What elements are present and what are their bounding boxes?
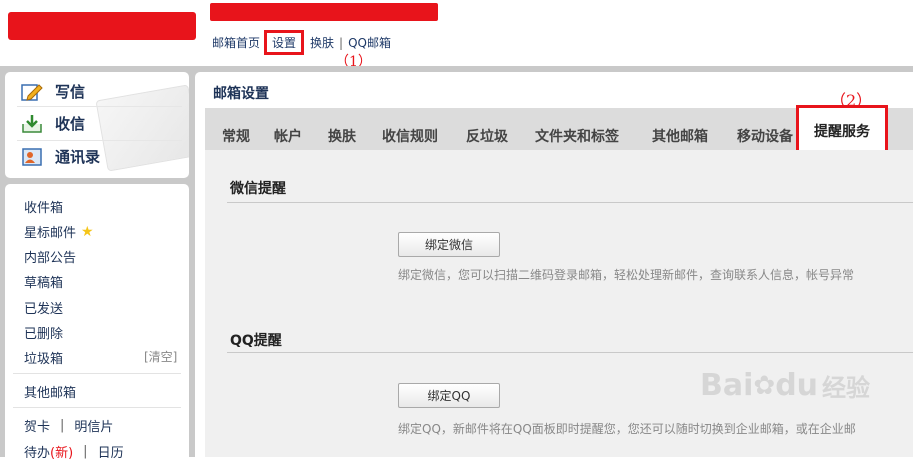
- link-todo[interactable]: 待办: [24, 442, 50, 461]
- tab-accounts[interactable]: 帐户: [274, 126, 302, 146]
- tab-folders-labels[interactable]: 文件夹和标签: [535, 126, 619, 146]
- receive-mail-label: 收信: [55, 115, 86, 133]
- sidebar-quick-actions: 写信 收信 通讯录: [5, 72, 189, 178]
- nav-qq-mail[interactable]: QQ邮箱: [348, 34, 391, 51]
- folder-other-mailboxes[interactable]: 其他邮箱: [24, 382, 76, 401]
- nav-mailbox-home[interactable]: 邮箱首页: [212, 34, 260, 51]
- folder-spam[interactable]: 垃圾箱: [24, 348, 63, 367]
- watermark-brand-suffix: du: [775, 368, 819, 403]
- contacts-label: 通讯录: [55, 148, 101, 166]
- nav-settings-highlight: 设置: [264, 30, 305, 55]
- folder-starred[interactable]: 星标邮件 ★: [24, 222, 94, 242]
- star-icon: ★: [81, 223, 94, 240]
- tab-anti-spam[interactable]: 反垃圾: [466, 126, 508, 146]
- separator: |: [60, 418, 65, 433]
- folder-inbox[interactable]: 收件箱: [24, 197, 63, 216]
- folder-label: 已删除: [24, 327, 64, 342]
- nav-separator: |: [339, 35, 344, 50]
- watermark-text: 经验: [822, 374, 871, 402]
- folder-label: 垃圾箱: [24, 352, 64, 367]
- inbox-download-icon: [21, 114, 43, 134]
- divider: [13, 407, 181, 408]
- tab-mobile-devices[interactable]: 移动设备: [737, 126, 793, 146]
- folder-label: 收件箱: [24, 201, 64, 216]
- tab-skin[interactable]: 换肤: [328, 126, 356, 146]
- divider: [17, 140, 182, 141]
- nav-change-skin[interactable]: 换肤: [310, 34, 334, 51]
- redacted-logo: [8, 12, 196, 40]
- section-divider: [227, 202, 913, 203]
- page-title: 邮箱设置: [213, 86, 269, 102]
- folder-label: 草稿箱: [24, 276, 64, 291]
- section-divider: [227, 352, 913, 353]
- divider: [13, 373, 181, 374]
- bind-wechat-button[interactable]: 绑定微信: [398, 232, 500, 257]
- wechat-description: 绑定微信，您可以扫描二维码登录邮箱，轻松处理新邮件，查询联系人信息，帐号异常: [398, 268, 855, 282]
- envelope-decoration: [95, 84, 189, 172]
- todo-new-badge: (新): [50, 446, 74, 461]
- contacts-button[interactable]: 通讯录: [21, 146, 100, 167]
- compose-button[interactable]: 写信: [21, 81, 85, 102]
- redacted-account-info: [210, 3, 438, 21]
- nav-settings[interactable]: 设置: [272, 36, 296, 50]
- contacts-icon: [21, 147, 43, 167]
- compose-label: 写信: [55, 83, 86, 101]
- folder-deleted[interactable]: 已删除: [24, 323, 63, 342]
- folder-drafts[interactable]: 草稿箱: [24, 272, 63, 291]
- tab-general[interactable]: 常规: [222, 126, 250, 146]
- compose-icon: [21, 82, 43, 102]
- sidebar-folder-list: 收件箱 星标邮件 ★ 内部公告 草稿箱 已发送 已删除 垃圾箱 [清空] 其他邮…: [5, 184, 189, 464]
- folder-label: 已发送: [24, 302, 64, 317]
- link-postcard[interactable]: 明信片: [74, 416, 113, 435]
- qq-description: 绑定QQ，新邮件将在QQ面板即时提醒您，您还可以随时切换到企业邮箱，或在企业邮: [398, 422, 856, 436]
- divider: [17, 106, 182, 107]
- settings-content: 微信提醒 绑定微信 绑定微信，您可以扫描二维码登录邮箱，轻松处理新邮件，查询联系…: [205, 150, 913, 457]
- folder-label: 其他邮箱: [24, 386, 77, 401]
- section-title-wechat: 微信提醒: [230, 181, 286, 197]
- receive-mail-button[interactable]: 收信: [21, 113, 85, 134]
- baidu-watermark: Bai ✿ du 经验: [700, 368, 870, 403]
- tab-receive-rules[interactable]: 收信规则: [382, 126, 438, 146]
- folder-label: 星标邮件: [24, 226, 77, 241]
- tab-reminder-service[interactable]: 提醒服务: [799, 108, 885, 154]
- todo-links: 待办 (新) | 日历: [24, 442, 124, 461]
- paw-icon: ✿: [753, 370, 776, 401]
- empty-spam-link[interactable]: [清空]: [144, 348, 177, 365]
- section-title-qq: QQ提醒: [230, 333, 282, 349]
- link-greeting-card[interactable]: 贺卡: [24, 416, 50, 435]
- annotation-step-2: （2）: [830, 91, 873, 110]
- folder-announcements[interactable]: 内部公告: [24, 247, 76, 266]
- watermark-brand: Bai: [700, 368, 754, 403]
- greeting-links: 贺卡 | 明信片: [24, 416, 113, 435]
- tab-other-mailboxes[interactable]: 其他邮箱: [652, 126, 708, 146]
- bind-qq-button[interactable]: 绑定QQ: [398, 383, 500, 408]
- folder-label: 内部公告: [24, 251, 77, 266]
- link-calendar[interactable]: 日历: [98, 442, 124, 461]
- folder-sent[interactable]: 已发送: [24, 298, 63, 317]
